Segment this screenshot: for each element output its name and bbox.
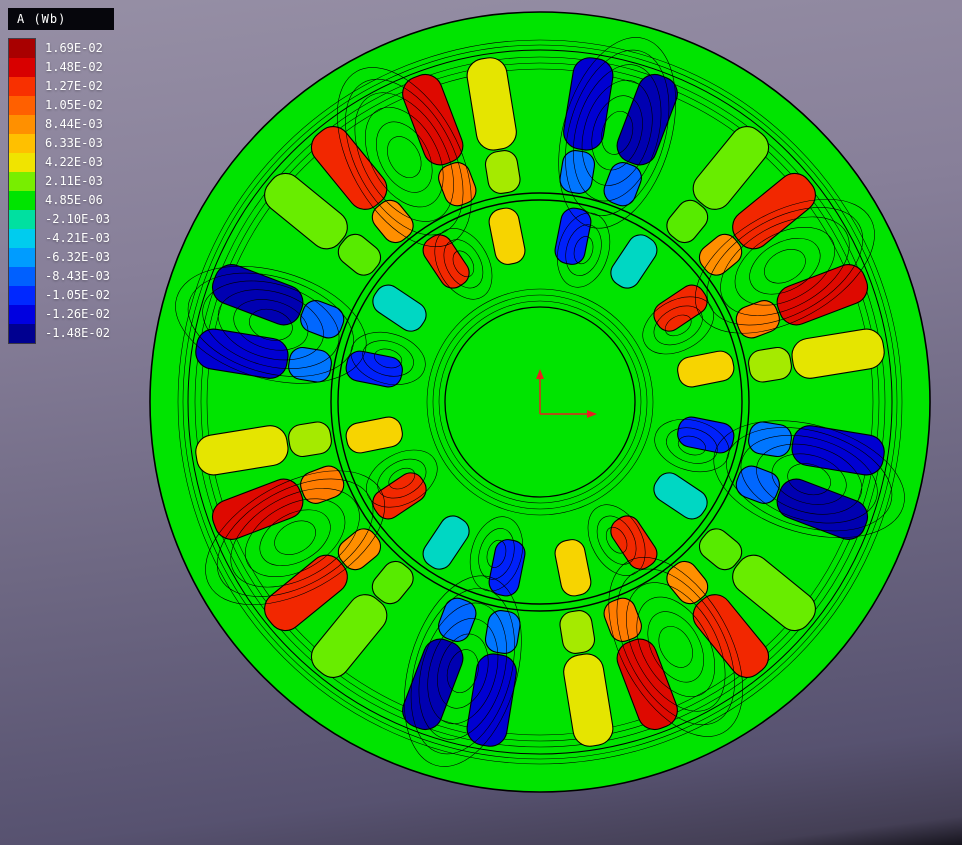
field-plot	[0, 0, 962, 845]
legend-bar	[8, 38, 36, 344]
legend-value: 8.44E-03	[45, 115, 110, 134]
legend-value: -4.21E-03	[45, 229, 110, 248]
legend-swatch	[9, 134, 35, 153]
legend-swatch	[9, 324, 35, 343]
legend-value: -2.10E-03	[45, 210, 110, 229]
legend-swatch	[9, 115, 35, 134]
legend-value: 4.85E-06	[45, 191, 110, 210]
legend-swatch	[9, 172, 35, 191]
legend-value: -8.43E-03	[45, 267, 110, 286]
legend-value: 2.11E-03	[45, 172, 110, 191]
viewport[interactable]: A (Wb) 1.69E-021.48E-021.27E-021.05E-028…	[0, 0, 962, 845]
legend-title: A (Wb)	[8, 8, 114, 30]
legend-value: 1.48E-02	[45, 58, 110, 77]
legend-value: 1.27E-02	[45, 77, 110, 96]
legend-value: 1.69E-02	[45, 39, 110, 58]
legend-labels: 1.69E-021.48E-021.27E-021.05E-028.44E-03…	[45, 38, 110, 344]
legend-value: 1.05E-02	[45, 96, 110, 115]
legend-swatch	[9, 77, 35, 96]
legend-swatch	[9, 191, 35, 210]
legend-swatch	[9, 210, 35, 229]
legend-value: -1.05E-02	[45, 286, 110, 305]
legend: A (Wb) 1.69E-021.48E-021.27E-021.05E-028…	[8, 8, 114, 344]
legend-swatch	[9, 153, 35, 172]
legend-swatch	[9, 58, 35, 77]
legend-value: -6.32E-03	[45, 248, 110, 267]
legend-swatch	[9, 96, 35, 115]
legend-value: -1.48E-02	[45, 324, 110, 343]
legend-swatch	[9, 286, 35, 305]
legend-swatch	[9, 267, 35, 286]
legend-body: 1.69E-021.48E-021.27E-021.05E-028.44E-03…	[8, 38, 114, 344]
legend-swatch	[9, 305, 35, 324]
legend-swatch	[9, 39, 35, 58]
legend-swatch	[9, 229, 35, 248]
legend-value: 4.22E-03	[45, 153, 110, 172]
legend-swatch	[9, 248, 35, 267]
legend-value: -1.26E-02	[45, 305, 110, 324]
legend-value: 6.33E-03	[45, 134, 110, 153]
